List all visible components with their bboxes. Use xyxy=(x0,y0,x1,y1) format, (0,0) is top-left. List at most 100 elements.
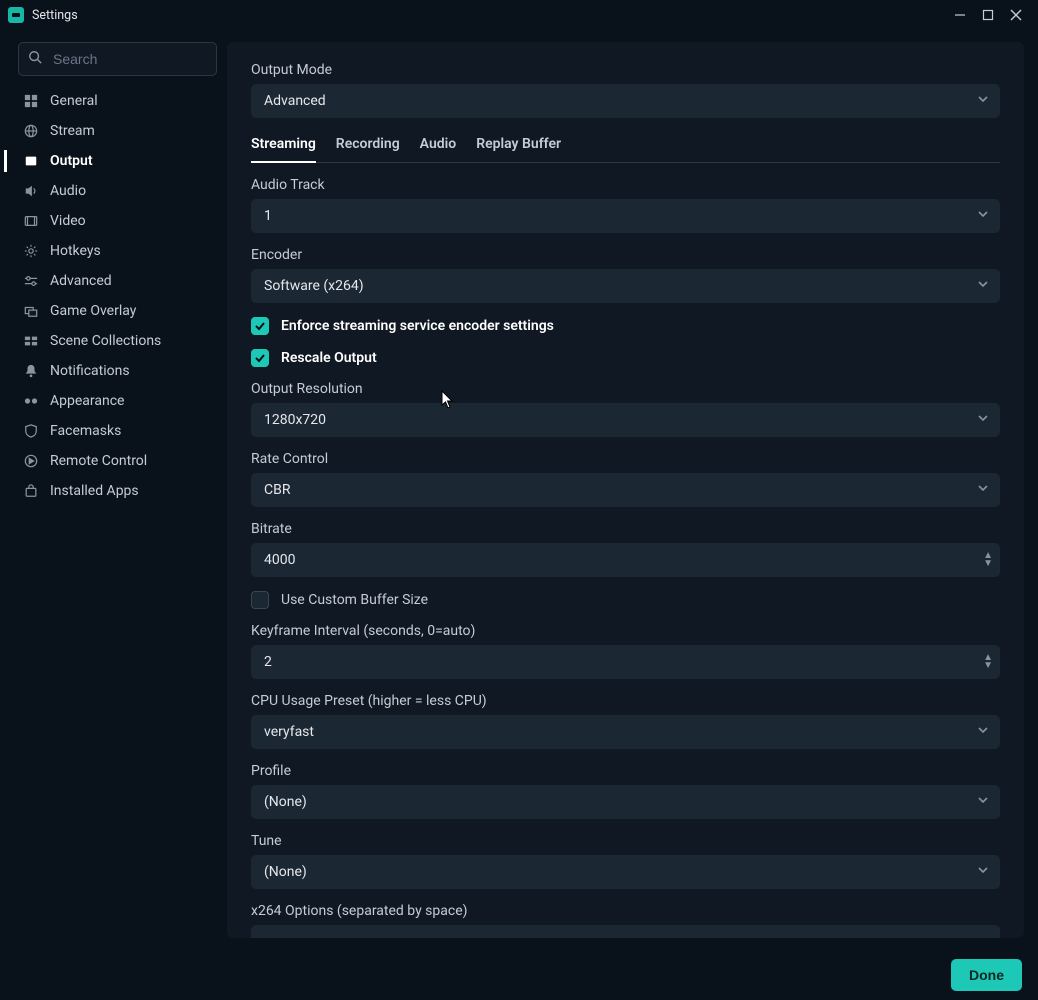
select-value: (None) xyxy=(264,794,307,810)
output-mode-select[interactable]: Advanced xyxy=(251,84,1000,118)
sidebar-item-label: Remote Control xyxy=(50,453,147,469)
bitrate-input[interactable]: 4000 ▲▼ xyxy=(251,543,1000,577)
sidebar-item-label: Hotkeys xyxy=(50,243,101,259)
close-button[interactable] xyxy=(1002,1,1030,29)
input-value: 2 xyxy=(264,654,272,670)
cpu-preset-select[interactable]: veryfast xyxy=(251,715,1000,749)
sidebar-item-general[interactable]: General xyxy=(18,86,217,116)
output-resolution-select[interactable]: 1280x720 xyxy=(251,403,1000,437)
x264-options-field[interactable] xyxy=(264,934,987,938)
select-value: 1 xyxy=(264,208,272,224)
tab-streaming[interactable]: Streaming xyxy=(251,136,316,162)
search-input-wrap xyxy=(18,42,217,76)
audio-track-label: Audio Track xyxy=(251,177,1000,193)
audio-track-select[interactable]: 1 xyxy=(251,199,1000,233)
chevron-down-icon xyxy=(977,412,989,428)
sidebar-item-label: General xyxy=(50,93,98,109)
output-mode-label: Output Mode xyxy=(251,62,1000,78)
search-input[interactable] xyxy=(18,42,217,76)
output-tabs: Streaming Recording Audio Replay Buffer xyxy=(251,136,1000,163)
output-resolution-label: Output Resolution xyxy=(251,381,1000,397)
select-value: Advanced xyxy=(264,93,326,109)
sidebar-item-stream[interactable]: Stream xyxy=(18,116,217,146)
rate-control-select[interactable]: CBR xyxy=(251,473,1000,507)
done-button[interactable]: Done xyxy=(951,959,1022,991)
sidebar-item-output[interactable]: Output xyxy=(18,146,217,176)
bitrate-label: Bitrate xyxy=(251,521,1000,537)
sliders-icon xyxy=(22,274,40,288)
custom-buffer-label: Use Custom Buffer Size xyxy=(281,592,428,608)
sidebar-item-appearance[interactable]: Appearance xyxy=(18,386,217,416)
sidebar-item-label: Appearance xyxy=(50,393,124,409)
sidebar-item-hotkeys[interactable]: Hotkeys xyxy=(18,236,217,266)
output-icon xyxy=(22,154,40,168)
chevron-down-icon xyxy=(977,724,989,740)
sidebar-item-notifications[interactable]: Notifications xyxy=(18,356,217,386)
sidebar-item-label: Audio xyxy=(50,183,86,199)
rate-control-label: Rate Control xyxy=(251,451,1000,467)
shield-icon xyxy=(22,424,40,438)
maximize-button[interactable] xyxy=(974,1,1002,29)
chevron-down-icon xyxy=(977,482,989,498)
input-value: 4000 xyxy=(264,552,295,568)
cpu-preset-label: CPU Usage Preset (higher = less CPU) xyxy=(251,693,1000,709)
rescale-checkbox[interactable] xyxy=(251,349,269,367)
overlay-icon xyxy=(22,304,40,318)
keyframe-label: Keyframe Interval (seconds, 0=auto) xyxy=(251,623,1000,639)
sidebar-item-facemasks[interactable]: Facemasks xyxy=(18,416,217,446)
sidebar-item-game-overlay[interactable]: Game Overlay xyxy=(18,296,217,326)
chevron-down-icon xyxy=(977,208,989,224)
play-circle-icon xyxy=(22,454,40,468)
volume-icon xyxy=(22,184,40,198)
sidebar-item-label: Video xyxy=(50,213,86,229)
tune-label: Tune xyxy=(251,833,1000,849)
enforce-checkbox[interactable] xyxy=(251,317,269,335)
spinner-icon[interactable]: ▲▼ xyxy=(983,654,993,670)
sidebar-item-audio[interactable]: Audio xyxy=(18,176,217,206)
sidebar-item-scene-collections[interactable]: Scene Collections xyxy=(18,326,217,356)
sidebar-item-advanced[interactable]: Advanced xyxy=(18,266,217,296)
appearance-icon xyxy=(22,394,40,408)
chevron-down-icon xyxy=(977,278,989,294)
tab-recording[interactable]: Recording xyxy=(336,136,400,162)
chevron-down-icon xyxy=(977,93,989,109)
minimize-button[interactable] xyxy=(946,1,974,29)
spinner-icon[interactable]: ▲▼ xyxy=(983,552,993,568)
keyframe-input[interactable]: 2 ▲▼ xyxy=(251,645,1000,679)
gear-icon xyxy=(22,244,40,258)
select-value: 1280x720 xyxy=(264,412,326,428)
chevron-down-icon xyxy=(977,864,989,880)
window-title: Settings xyxy=(32,8,78,23)
sidebar-item-label: Notifications xyxy=(50,363,130,379)
chevron-down-icon xyxy=(977,794,989,810)
titlebar: Settings xyxy=(0,0,1038,30)
tab-replay-buffer[interactable]: Replay Buffer xyxy=(476,136,561,162)
select-value: Software (x264) xyxy=(264,278,364,294)
sidebar-item-label: Game Overlay xyxy=(50,303,136,319)
x264-options-input[interactable] xyxy=(251,925,1000,938)
sidebar-item-video[interactable]: Video xyxy=(18,206,217,236)
tune-select[interactable]: (None) xyxy=(251,855,1000,889)
profile-label: Profile xyxy=(251,763,1000,779)
encoder-select[interactable]: Software (x264) xyxy=(251,269,1000,303)
sidebar: General Stream Output Audio Video Hotkey… xyxy=(4,30,227,950)
grid-icon xyxy=(22,94,40,108)
profile-select[interactable]: (None) xyxy=(251,785,1000,819)
globe-icon xyxy=(22,124,40,138)
sidebar-item-label: Output xyxy=(50,153,93,169)
sidebar-item-remote-control[interactable]: Remote Control xyxy=(18,446,217,476)
select-value: CBR xyxy=(264,482,290,498)
app-icon xyxy=(8,7,24,23)
sidebar-item-label: Facemasks xyxy=(50,423,121,439)
collections-icon xyxy=(22,334,40,348)
custom-buffer-checkbox[interactable] xyxy=(251,591,269,609)
sidebar-item-label: Stream xyxy=(50,123,95,139)
sidebar-item-label: Installed Apps xyxy=(50,483,139,499)
footer: Done xyxy=(0,950,1038,1000)
film-icon xyxy=(22,214,40,228)
sidebar-item-label: Scene Collections xyxy=(50,333,161,349)
bag-icon xyxy=(22,484,40,498)
tab-audio[interactable]: Audio xyxy=(420,136,457,162)
sidebar-item-installed-apps[interactable]: Installed Apps xyxy=(18,476,217,506)
enforce-label: Enforce streaming service encoder settin… xyxy=(281,318,554,334)
